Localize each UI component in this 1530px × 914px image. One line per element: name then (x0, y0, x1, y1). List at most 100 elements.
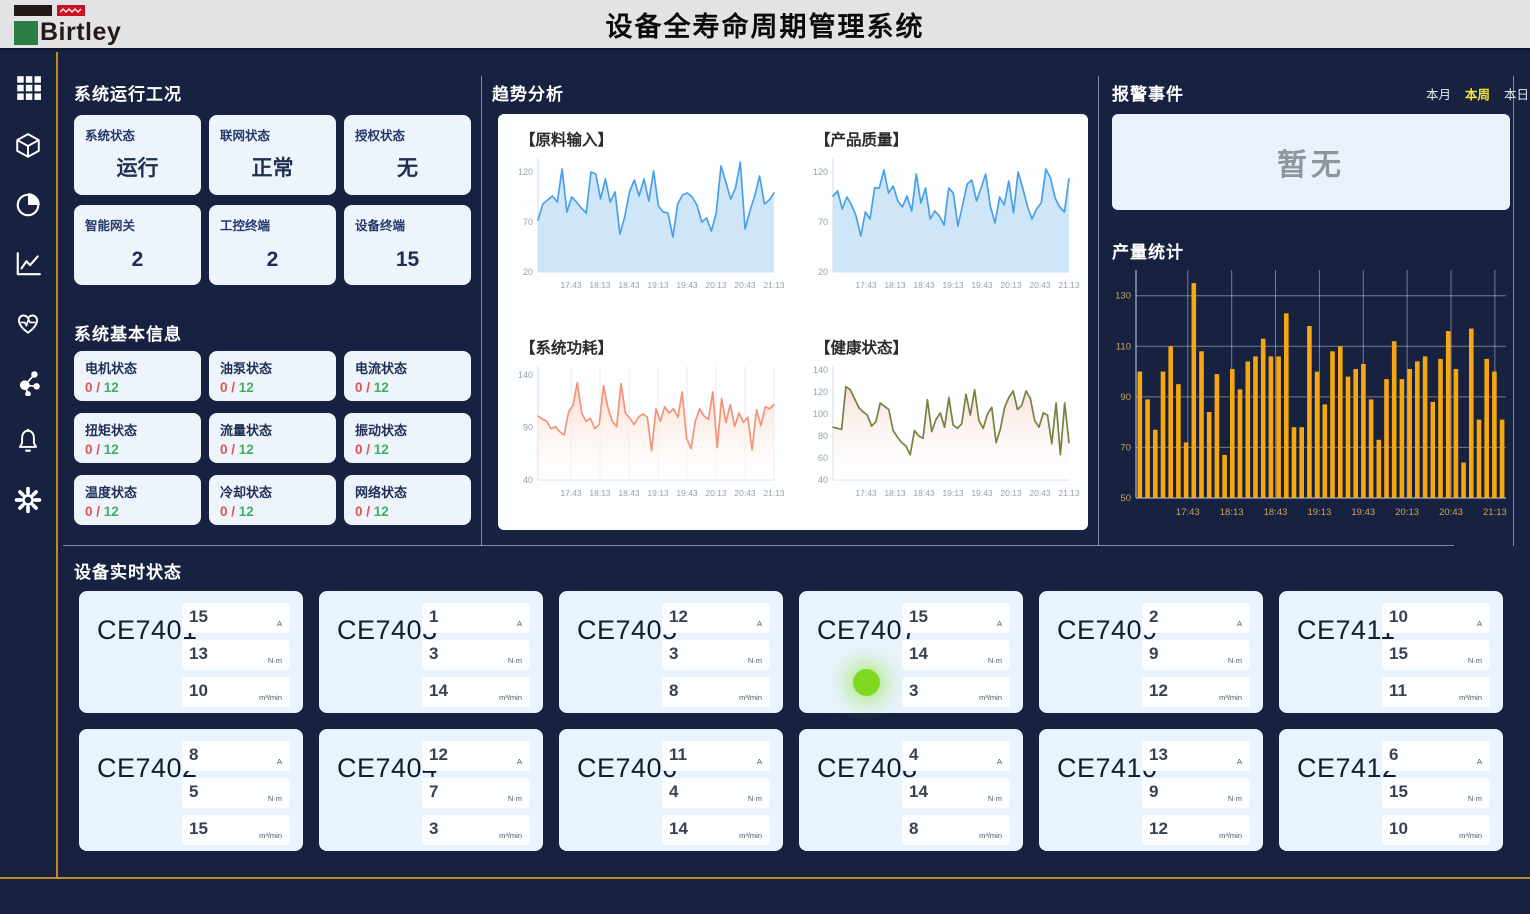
mini-chart-product-quality: 【产品质量】207012017:4318:1318:4319:1319:4320… (793, 114, 1088, 322)
basic-info-card: 流量状态 0 / 12 (209, 413, 336, 463)
device-metric-unit: A (757, 757, 762, 766)
line-chart-icon[interactable] (13, 249, 43, 279)
device-card[interactable]: CE7411 10 A 15 N·m 11 m³/min (1279, 591, 1503, 713)
svg-text:20:43: 20:43 (1029, 488, 1051, 498)
device-card[interactable]: CE7410 13 A 9 N·m 12 m³/min (1039, 729, 1263, 851)
svg-text:130: 130 (1115, 291, 1131, 302)
device-card[interactable]: CE7402 8 A 5 N·m 15 m³/min (79, 729, 303, 851)
device-metric-value: 1 (429, 607, 438, 627)
device-running-indicator (853, 669, 880, 696)
svg-text:19:43: 19:43 (971, 280, 993, 290)
device-card[interactable]: CE7405 12 A 3 N·m 8 m³/min (559, 591, 783, 713)
device-metric-row: 8 A (182, 741, 290, 771)
device-metric-value: 14 (669, 819, 688, 839)
mini-chart-title: 【产品质量】 (815, 128, 908, 150)
device-card[interactable]: CE7406 11 A 4 N·m 14 m³/min (559, 729, 783, 851)
footer-bar (0, 877, 1530, 914)
svg-text:20:43: 20:43 (734, 488, 756, 498)
device-metric-value: 12 (429, 745, 448, 765)
device-metric-value: 6 (1389, 745, 1398, 765)
device-metric-row: 14 m³/min (662, 815, 770, 845)
device-card[interactable]: CE7403 1 A 3 N·m 14 m³/min (319, 591, 543, 713)
device-metric-unit: N·m (508, 656, 522, 665)
device-metric-unit: A (277, 757, 282, 766)
device-card[interactable]: CE7412 6 A 15 N·m 10 m³/min (1279, 729, 1503, 851)
device-metric-row: 13 A (1142, 741, 1250, 771)
basic-card-label: 电流状态 (355, 358, 407, 377)
bell-icon[interactable] (13, 426, 43, 456)
device-metric-unit: m³/min (499, 831, 522, 840)
device-metric-row: 10 m³/min (1382, 815, 1490, 845)
device-metric-unit: N·m (988, 794, 1002, 803)
status-card-value: 正常 (209, 152, 336, 182)
svg-text:18:13: 18:13 (1220, 507, 1244, 518)
basic-card-count: 0 / 12 (220, 504, 254, 519)
device-metric-row: 14 N·m (902, 640, 1010, 670)
device-metric-row: 14 N·m (902, 778, 1010, 808)
device-metric-unit: m³/min (1459, 831, 1482, 840)
svg-text:90: 90 (1120, 392, 1131, 403)
status-card-value: 运行 (74, 152, 201, 182)
svg-text:140: 140 (518, 370, 533, 380)
basic-info-card: 网络状态 0 / 12 (344, 475, 471, 525)
mini-chart-health-status: 【健康状态】40608010012014017:4318:1318:4319:1… (793, 322, 1088, 530)
status-card-value: 2 (74, 248, 201, 272)
device-metric-row: 3 m³/min (422, 815, 530, 845)
svg-text:18:43: 18:43 (913, 488, 935, 498)
device-metric-value: 10 (1389, 819, 1408, 839)
pie-chart-icon[interactable] (13, 190, 43, 220)
svg-text:20:13: 20:13 (705, 280, 727, 290)
device-metric-value: 4 (669, 782, 678, 802)
svg-text:19:13: 19:13 (647, 488, 669, 498)
device-metric-unit: m³/min (499, 693, 522, 702)
svg-text:19:13: 19:13 (942, 280, 964, 290)
alarm-tab-week[interactable]: 本周 (1465, 84, 1490, 103)
svg-text:17:43: 17:43 (1176, 507, 1200, 518)
basic-card-label: 扭矩状态 (85, 420, 137, 439)
logo-green-square (14, 21, 38, 45)
device-metric-row: 15 N·m (1382, 640, 1490, 670)
device-metric-value: 12 (1149, 819, 1168, 839)
device-card[interactable]: CE7408 4 A 14 N·m 8 m³/min (799, 729, 1023, 851)
status-card-label: 联网状态 (220, 125, 270, 144)
apps-grid-icon[interactable] (13, 72, 43, 102)
svg-text:17:43: 17:43 (855, 280, 877, 290)
basic-card-label: 电机状态 (85, 358, 137, 377)
device-metric-row: 10 A (1382, 603, 1490, 633)
svg-text:21:13: 21:13 (1058, 488, 1080, 498)
cube-3d-icon[interactable] (13, 131, 43, 161)
svg-text:20: 20 (818, 267, 828, 277)
alarm-tab-day[interactable]: 本日 (1504, 84, 1529, 103)
device-card[interactable]: CE7409 2 A 9 N·m 12 m³/min (1039, 591, 1263, 713)
svg-text:120: 120 (518, 167, 533, 177)
device-metric-row: 5 N·m (182, 778, 290, 808)
gear-icon[interactable] (13, 485, 43, 515)
device-metric-unit: N·m (1468, 794, 1482, 803)
mini-chart-title: 【系统功耗】 (520, 336, 613, 358)
svg-text:120: 120 (813, 387, 828, 397)
svg-text:20:43: 20:43 (1029, 280, 1051, 290)
device-card[interactable]: CE7404 12 A 7 N·m 3 m³/min (319, 729, 543, 851)
basic-card-label: 网络状态 (355, 482, 407, 501)
device-metric-row: 6 A (1382, 741, 1490, 771)
device-card[interactable]: CE7407 15 A 14 N·m 3 m³/min (799, 591, 1023, 713)
molecule-icon[interactable] (13, 367, 43, 397)
section-title-trend: 趋势分析 (492, 80, 564, 105)
svg-text:60: 60 (818, 453, 828, 463)
basic-card-label: 流量状态 (220, 420, 272, 439)
status-card: 联网状态 正常 (209, 115, 336, 195)
device-card[interactable]: CE7401 15 A 13 N·m 10 m³/min (79, 591, 303, 713)
app-header: Birtley 设备全寿命周期管理系统 (0, 0, 1530, 50)
device-metric-unit: A (1237, 619, 1242, 628)
health-heart-icon[interactable] (13, 308, 43, 338)
svg-text:100: 100 (813, 409, 828, 419)
device-metric-value: 9 (1149, 644, 1158, 664)
device-metric-row: 12 m³/min (1142, 815, 1250, 845)
device-name: CE7411 (1297, 615, 1396, 646)
device-metric-row: 12 A (422, 741, 530, 771)
alarm-tab-month[interactable]: 本月 (1426, 84, 1451, 103)
svg-text:19:43: 19:43 (971, 488, 993, 498)
device-metric-unit: m³/min (259, 693, 282, 702)
device-metric-value: 15 (1389, 644, 1408, 664)
device-metric-value: 8 (669, 681, 678, 701)
